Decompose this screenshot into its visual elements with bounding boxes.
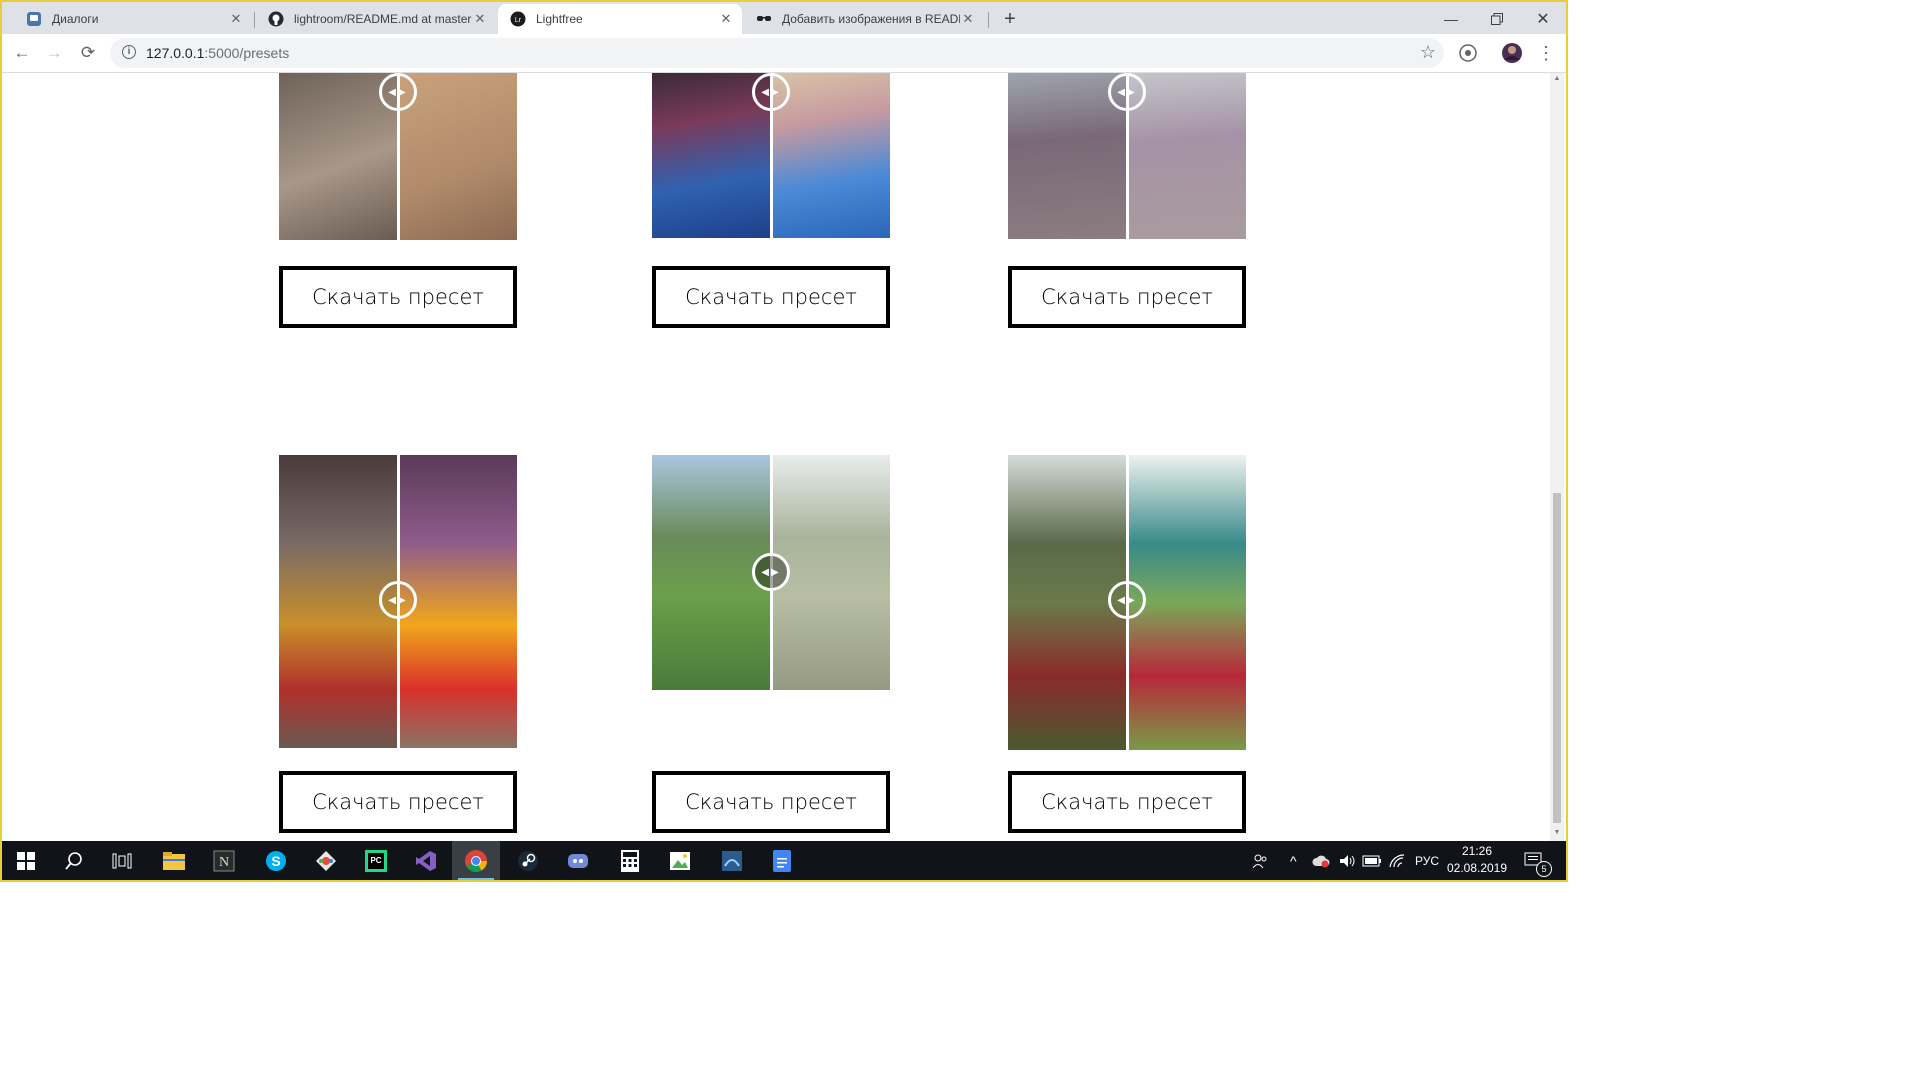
scroll-up-icon[interactable]: ▲	[1552, 75, 1562, 82]
close-icon[interactable]: ✕	[960, 11, 976, 27]
windows-taskbar: N S PC ^ РУС 21:26 02.08.2019 5	[2, 841, 1566, 880]
system-clock[interactable]: 21:26 02.08.2019	[1442, 843, 1512, 877]
volume-icon[interactable]	[1338, 841, 1356, 880]
download-preset-button[interactable]: Скачать пресет	[1008, 266, 1246, 328]
start-button[interactable]	[2, 841, 50, 880]
tab-title: Диалоги	[52, 12, 99, 26]
google-docs-icon[interactable]	[758, 841, 806, 880]
cloud-sync-icon[interactable]	[1312, 841, 1330, 880]
svg-text:Lr: Lr	[515, 17, 522, 24]
notification-count-badge: 5	[1536, 861, 1552, 877]
preset-comparison-5[interactable]: ◀▶	[652, 455, 890, 690]
chevron-up-icon[interactable]: ^	[1290, 841, 1297, 880]
svg-text:N: N	[219, 855, 229, 870]
preset-comparison-1[interactable]: ◀▶	[279, 73, 517, 240]
presets-page: ◀▶ ◀▶ ◀▶ Скачать пресет Скачать пресет С…	[2, 73, 1550, 841]
url-path: :5000/presets	[204, 45, 290, 61]
url-text: 127.0.0.1:5000/presets	[146, 45, 289, 61]
pycharm-icon[interactable]: PC	[352, 841, 400, 880]
image-editor-icon[interactable]	[656, 841, 704, 880]
visual-studio-icon[interactable]	[402, 841, 450, 880]
compare-handle-icon[interactable]: ◀▶	[379, 581, 417, 619]
battery-icon[interactable]	[1362, 841, 1382, 880]
tab-dialogs[interactable]: Диалоги ✕	[14, 4, 252, 34]
gitkraken-icon[interactable]	[302, 841, 350, 880]
search-icon[interactable]	[50, 841, 98, 880]
preset-comparison-3[interactable]: ◀▶	[1008, 73, 1246, 239]
preset-comparison-6[interactable]: ◀▶	[1008, 455, 1246, 750]
task-view-icon[interactable]	[98, 841, 146, 880]
skype-icon[interactable]: S	[252, 841, 300, 880]
close-icon[interactable]: ✕	[472, 11, 488, 27]
back-button[interactable]: ←	[8, 39, 36, 67]
close-icon[interactable]: ✕	[228, 11, 244, 27]
bookmark-star-icon[interactable]: ☆	[1420, 42, 1436, 63]
lightroom-icon: Lr	[510, 11, 526, 27]
chrome-icon[interactable]	[452, 841, 500, 880]
menu-kebab-icon[interactable]: ⋮	[1532, 39, 1560, 67]
download-preset-button[interactable]: Скачать пресет	[652, 266, 890, 328]
minimize-button[interactable]: —	[1428, 4, 1474, 34]
github-icon	[268, 11, 284, 27]
restore-icon	[1491, 13, 1503, 25]
vertical-scrollbar[interactable]: ▲ ▼	[1550, 73, 1564, 841]
close-window-button[interactable]: ✕	[1520, 4, 1566, 34]
extension-icon[interactable]	[1454, 39, 1482, 67]
info-icon[interactable]: i	[122, 45, 136, 59]
language-indicator[interactable]: РУС	[1415, 841, 1439, 880]
preset-comparison-4[interactable]: ◀▶	[279, 455, 517, 748]
svg-text:S: S	[271, 853, 280, 869]
windows-icon	[17, 851, 35, 870]
sunglasses-icon	[756, 11, 772, 27]
steam-icon[interactable]	[504, 841, 552, 880]
compare-handle-icon[interactable]: ◀▶	[752, 73, 790, 111]
scrollbar-thumb[interactable]	[1553, 493, 1561, 823]
tab-separator	[254, 12, 255, 28]
address-bar[interactable]: i 127.0.0.1:5000/presets ☆	[110, 38, 1444, 68]
tab-github[interactable]: lightroom/README.md at master ✕	[256, 4, 496, 34]
compare-handle-icon[interactable]: ◀▶	[752, 553, 790, 591]
vk-chat-icon	[26, 11, 42, 27]
download-preset-button[interactable]: Скачать пресет	[279, 266, 517, 328]
scroll-down-icon[interactable]: ▼	[1552, 829, 1562, 836]
compare-handle-icon[interactable]: ◀▶	[1108, 581, 1146, 619]
tab-lightfree[interactable]: Lr Lightfree ✕	[498, 4, 742, 34]
clock-date: 02.08.2019	[1446, 861, 1508, 875]
svg-text:PC: PC	[370, 856, 381, 865]
download-preset-button[interactable]: Скачать пресет	[279, 771, 517, 833]
preset-comparison-2[interactable]: ◀▶	[652, 73, 890, 238]
discord-icon[interactable]	[554, 841, 602, 880]
clock-time: 21:26	[1461, 844, 1493, 858]
new-tab-button[interactable]: +	[998, 8, 1022, 32]
calculator-icon[interactable]	[606, 841, 654, 880]
wifi-icon[interactable]	[1388, 841, 1406, 880]
download-preset-button[interactable]: Скачать пресет	[1008, 771, 1246, 833]
people-icon[interactable]	[1252, 841, 1268, 880]
tab-title: Добавить изображения в README	[782, 12, 960, 26]
tab-readme-images[interactable]: Добавить изображения в README ✕	[744, 4, 984, 34]
compare-handle-icon[interactable]: ◀▶	[1108, 73, 1146, 111]
tab-title: Lightfree	[536, 12, 583, 26]
restore-button[interactable]	[1474, 4, 1520, 34]
forward-button[interactable]: →	[40, 39, 68, 67]
profile-avatar[interactable]	[1498, 39, 1526, 67]
download-preset-button[interactable]: Скачать пресет	[652, 771, 890, 833]
close-icon[interactable]: ✕	[718, 11, 734, 27]
tab-separator	[988, 12, 989, 28]
compare-handle-icon[interactable]: ◀▶	[379, 73, 417, 111]
url-host: 127.0.0.1	[146, 45, 205, 61]
tab-strip: Диалоги ✕ lightroom/README.md at master …	[2, 2, 1566, 34]
tab-title: lightroom/README.md at master	[294, 12, 472, 26]
file-explorer-icon[interactable]	[150, 841, 198, 880]
browser-toolbar: ← → ⟳ i 127.0.0.1:5000/presets ☆ ⋮	[2, 34, 1566, 73]
notion-icon[interactable]: N	[200, 841, 248, 880]
reload-button[interactable]: ⟳	[74, 39, 102, 67]
sql-tool-icon[interactable]	[708, 841, 756, 880]
notifications-button[interactable]: 5	[1524, 841, 1552, 880]
